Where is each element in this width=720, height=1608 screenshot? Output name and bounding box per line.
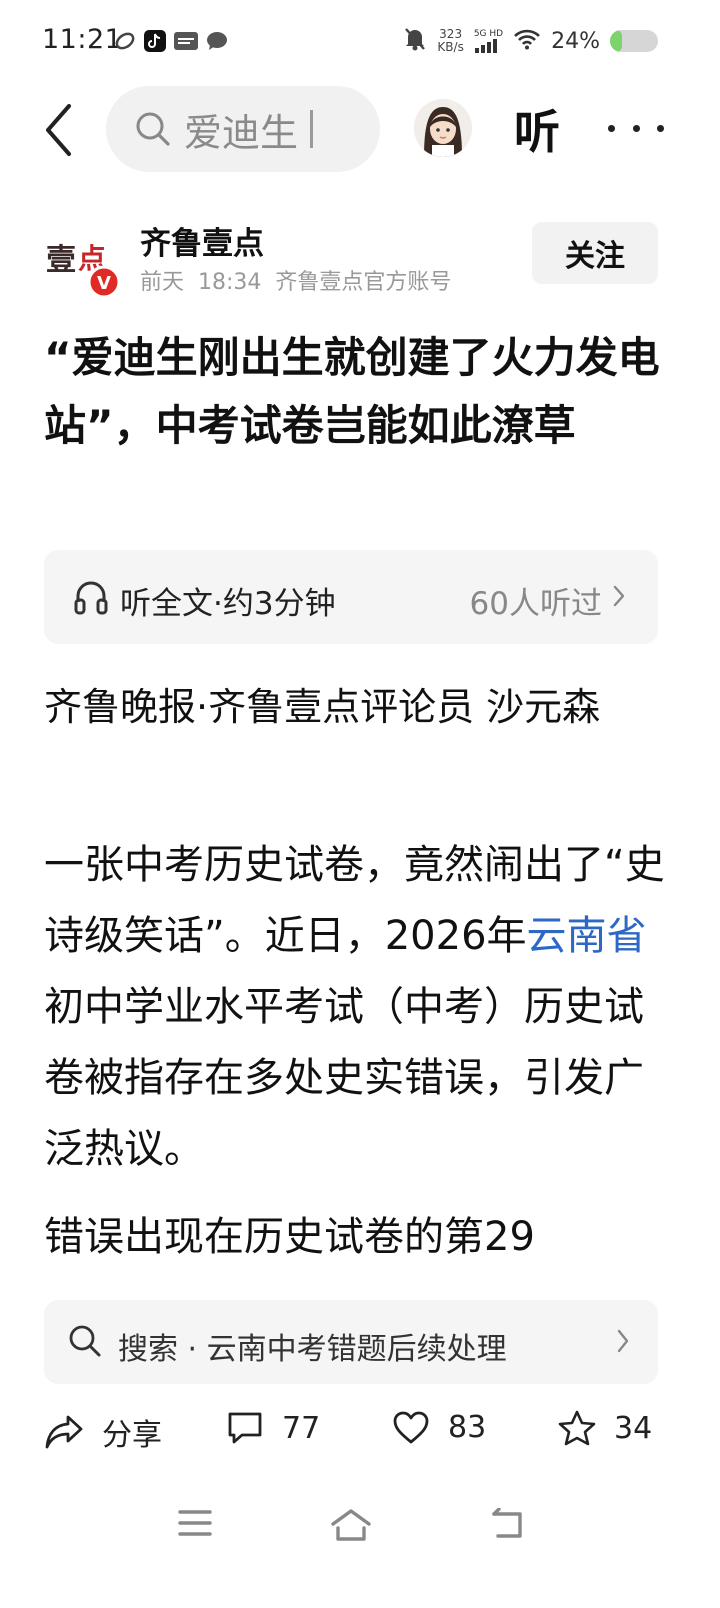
author-logo-image: 壹 点 V xyxy=(46,242,121,299)
svg-text:壹: 壹 xyxy=(46,243,76,278)
chevron-right-icon xyxy=(617,1329,629,1353)
avatar[interactable] xyxy=(414,99,472,157)
svg-text:V: V xyxy=(97,273,111,294)
action-bar: 分享 77 83 34 xyxy=(0,1392,720,1472)
share-label: 分享 xyxy=(102,1418,162,1453)
news-app-icon xyxy=(174,32,198,50)
author-row: 壹 点 V 齐鲁壹点 前天 18:34 齐鲁壹点官方账号 关注 xyxy=(0,218,720,302)
battery-icon xyxy=(610,30,658,52)
comment-icon xyxy=(228,1412,262,1444)
share-icon xyxy=(45,1415,83,1449)
text-cursor xyxy=(310,110,314,148)
heart-icon xyxy=(393,1411,429,1443)
network-speed-unit: KB/s xyxy=(437,40,464,54)
chevron-left-icon xyxy=(46,104,71,156)
back-nav-icon[interactable] xyxy=(490,1508,526,1540)
search-box[interactable]: 爱迪生 xyxy=(106,86,380,172)
author-meta: 前天 18:34 齐鲁壹点官方账号 xyxy=(140,264,465,296)
paragraph-text: 初中学业水平考试（中考）历史试卷被指存在多处史实错误，引发广泛热议。 xyxy=(44,984,644,1172)
favorite-count: 34 xyxy=(614,1410,653,1446)
entity-link[interactable]: 云南省 xyxy=(527,913,647,959)
listen-full-label: 听全文·约3分钟 xyxy=(120,586,336,622)
menu-icon[interactable] xyxy=(178,1508,212,1538)
related-search-text: 搜索 · 云南中考错题后续处理 xyxy=(118,1332,507,1367)
star-icon xyxy=(558,1410,596,1446)
related-search-bar[interactable]: 搜索 · 云南中考错题后续处理 xyxy=(44,1300,658,1384)
publish-date: 前天 xyxy=(140,270,185,295)
status-time: 11:21 xyxy=(42,24,123,55)
mute-icon xyxy=(403,26,427,56)
back-button[interactable] xyxy=(36,102,80,158)
dot xyxy=(608,124,615,132)
battery-percentage: 24% xyxy=(551,28,600,54)
avatar-image xyxy=(414,99,472,157)
chevron-right-icon xyxy=(613,585,625,607)
article-title: “爱迪生刚出生就创建了火力发电站”，中考试卷岂能如此潦草 xyxy=(44,333,660,450)
favorite-button[interactable]: 34 xyxy=(558,1410,652,1446)
author-name[interactable]: 齐鲁壹点 xyxy=(140,218,264,263)
battery-fill xyxy=(610,30,622,52)
like-button[interactable]: 83 xyxy=(392,1410,486,1445)
more-options-button[interactable] xyxy=(608,106,664,150)
tiktok-icon xyxy=(144,30,166,52)
account-type: 齐鲁壹点官方账号 xyxy=(275,270,452,295)
network-speed: 323 KB/s xyxy=(437,28,463,54)
article-paragraph: 错误出现在历史试卷的第29 xyxy=(44,1214,535,1260)
dot xyxy=(632,124,640,132)
article-paragraph: 一张中考历史试卷，竟然闹出了“史诗级笑话”。近日，2026年云南省初中学业水平考… xyxy=(44,830,674,1185)
follow-button[interactable]: 关注 xyxy=(532,222,658,284)
byline: 齐鲁晚报·齐鲁壹点评论员 沙元森 xyxy=(44,685,601,729)
search-icon xyxy=(69,1325,101,1357)
comment-button[interactable]: 77 xyxy=(226,1410,320,1446)
listen-count: 60人听过 xyxy=(469,586,602,622)
leaf-app-icon xyxy=(114,30,136,52)
share-button[interactable]: 分享 xyxy=(44,1410,162,1454)
headphone-icon xyxy=(74,581,108,615)
listen-full-text-bar[interactable]: 听全文·约3分钟 60人听过 xyxy=(44,550,658,644)
dot xyxy=(657,124,664,132)
system-nav-bar xyxy=(0,1496,720,1556)
signal-bars-icon xyxy=(474,39,497,53)
status-right-cluster: 323 KB/s 5G HD 24% xyxy=(403,26,658,56)
message-bubble-icon xyxy=(206,30,228,52)
status-bar: 11:21 323 KB/s 5G HD 24% xyxy=(0,0,720,86)
listen-button[interactable]: 听 xyxy=(514,96,560,162)
search-icon xyxy=(136,112,170,146)
author-logo[interactable]: 壹 点 V xyxy=(44,224,122,302)
comment-count: 77 xyxy=(282,1410,321,1446)
like-count: 83 xyxy=(448,1410,487,1445)
top-nav: 爱迪生 听 xyxy=(0,86,720,176)
notification-icons xyxy=(114,30,228,52)
home-icon[interactable] xyxy=(330,1508,372,1542)
wifi-icon xyxy=(513,28,541,54)
publish-time: 18:34 xyxy=(198,270,262,295)
search-query: 爱迪生 xyxy=(184,110,299,155)
cellular-signal: 5G HD xyxy=(474,29,503,53)
signal-label: 5G HD xyxy=(473,29,504,39)
